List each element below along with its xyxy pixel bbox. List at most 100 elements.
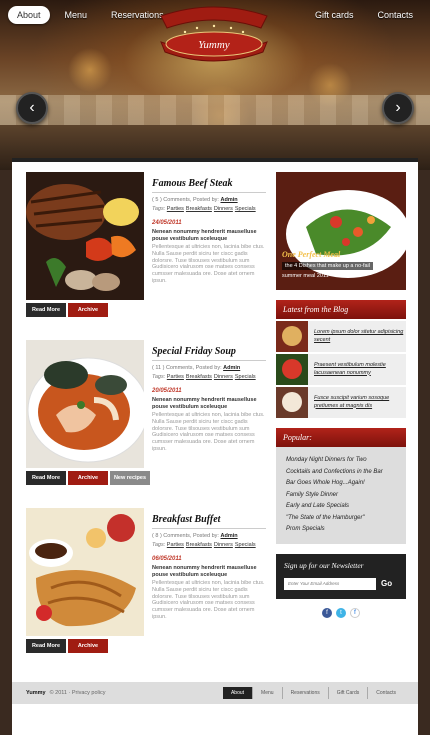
featured-caption: summer meal 2011	[282, 273, 329, 279]
tag-link[interactable]: Parties	[167, 542, 184, 548]
chevron-left-icon: ‹	[29, 99, 35, 116]
blog-link[interactable]: Fusce suscipit varium sosoque pretiumes …	[308, 395, 406, 409]
logo-text: Yummy	[198, 39, 229, 51]
footer-copyright[interactable]: © 2011 · Privacy policy	[50, 690, 106, 696]
post-author-link[interactable]: Admin	[220, 197, 237, 203]
new-recipes-button[interactable]: New recipes	[110, 471, 150, 485]
post-image-soup[interactable]	[26, 340, 144, 468]
blog-item[interactable]: Fusce suscipit varium sosoque pretiumes …	[276, 387, 406, 418]
newsletter-heading: Sign up for our Newsletter	[284, 560, 364, 570]
post-image-steak[interactable]	[26, 172, 144, 300]
read-more-button[interactable]: Read More	[26, 639, 66, 653]
footer-link-gift-cards[interactable]: Gift Cards	[329, 687, 369, 699]
post-lead: Nenean nonummy hendrerit mauselluse pous…	[152, 397, 257, 410]
content-page: Famous Beef Steak ( 5 ) Comments, Posted…	[12, 158, 418, 735]
footer: Yummy © 2011 · Privacy policy About Menu…	[12, 682, 418, 704]
newsletter-box: Sign up for our Newsletter Go	[276, 553, 406, 599]
post-body: Special Friday Soup ( 11 ) Comments, Pos…	[152, 346, 266, 453]
featured-subtitle: the 4 Dishes that make up a no-fail	[282, 262, 373, 270]
popular-link[interactable]: Bar Goes Whole Hog...Again!	[286, 480, 396, 488]
post-buttons: Read More Archive New recipes	[26, 471, 150, 485]
footer-brand: Yummy	[26, 690, 46, 696]
slider-prev-button[interactable]: ‹	[16, 92, 48, 124]
post-author-link[interactable]: Admin	[220, 533, 237, 539]
tag-link[interactable]: Breakfasts	[186, 206, 212, 212]
flickr-icon[interactable]: f	[350, 607, 360, 618]
comment-count: ( 8 ) Comments, Posted by:	[152, 533, 219, 539]
post-tags: Tags: Parties Breakfasts Dinners Specials	[152, 542, 266, 548]
footer-link-reservations[interactable]: Reservations	[283, 687, 329, 699]
popular-link[interactable]: Early and Late Specials	[286, 503, 396, 511]
tag-link[interactable]: Breakfasts	[186, 542, 212, 548]
post-date: 06/05/2011	[152, 556, 182, 562]
main-nav-left: About Menu Reservations	[8, 6, 173, 24]
tags-label: Tags:	[152, 542, 166, 548]
slider-next-button[interactable]: ›	[382, 92, 414, 124]
email-field[interactable]	[284, 577, 376, 590]
nav-menu[interactable]: Menu	[56, 6, 97, 24]
archive-button[interactable]: Archive	[68, 639, 108, 653]
post-title[interactable]: Breakfast Buffet	[152, 514, 266, 529]
blog-box: Latest from the Blog Lorem ipsum dolor s…	[276, 300, 406, 418]
blog-item[interactable]: Praesent vestibulum molestie lacusaenean…	[276, 354, 406, 385]
featured-banner[interactable]: One Perfect Meal the 4 Dishes that make …	[276, 172, 406, 290]
post-item: Special Friday Soup ( 11 ) Comments, Pos…	[26, 340, 276, 508]
post-list: Famous Beef Steak ( 5 ) Comments, Posted…	[26, 172, 276, 676]
popular-heading: Popular:	[276, 428, 406, 447]
post-item: Famous Beef Steak ( 5 ) Comments, Posted…	[26, 172, 276, 340]
blog-thumbnail	[276, 387, 308, 418]
blog-thumbnail	[276, 354, 308, 385]
post-meta: ( 5 ) Comments, Posted by: Admin	[152, 197, 266, 203]
post-buttons: Read More Archive	[26, 639, 108, 653]
awning-decoration	[0, 95, 430, 125]
nav-about[interactable]: About	[8, 6, 50, 24]
popular-link[interactable]: Monday Night Dinners for Two	[286, 457, 396, 465]
archive-button[interactable]: Archive	[68, 471, 108, 485]
facebook-icon[interactable]: f	[322, 607, 332, 618]
post-title[interactable]: Special Friday Soup	[152, 346, 266, 361]
tag-link[interactable]: Specials	[235, 374, 256, 380]
tags-label: Tags:	[152, 374, 166, 380]
tag-link[interactable]: Parties	[167, 206, 184, 212]
footer-link-about[interactable]: About	[222, 687, 254, 699]
popular-link[interactable]: Cocktails and Confections in the Bar	[286, 469, 396, 477]
post-lead: Nenean nonummy hendrerit mauselluse pous…	[152, 565, 257, 578]
blog-link[interactable]: Praesent vestibulum molestie lacusaenean…	[308, 362, 406, 376]
post-image-breakfast[interactable]	[26, 508, 144, 636]
post-body: Famous Beef Steak ( 5 ) Comments, Posted…	[152, 178, 266, 285]
go-button[interactable]: Go	[381, 579, 392, 588]
popular-link[interactable]: Family Style Dinner	[286, 492, 396, 500]
post-excerpt: Pellentesque at ultricies non, lacinia b…	[152, 243, 265, 285]
post-item: Breakfast Buffet ( 8 ) Comments, Posted …	[26, 508, 276, 676]
blog-heading: Latest from the Blog	[276, 300, 406, 319]
post-excerpt: Pellentesque at ultricies non, lacinia b…	[152, 411, 265, 453]
post-author-link[interactable]: Admin	[223, 365, 240, 371]
post-title[interactable]: Famous Beef Steak	[152, 178, 266, 193]
nav-contacts[interactable]: Contacts	[368, 6, 422, 24]
tag-link[interactable]: Dinners	[214, 542, 233, 548]
nav-gift-cards[interactable]: Gift cards	[306, 6, 363, 24]
tag-link[interactable]: Specials	[235, 542, 256, 548]
featured-title: One Perfect Meal	[282, 250, 341, 259]
logo[interactable]: Yummy	[155, 4, 273, 74]
sidebar: One Perfect Meal the 4 Dishes that make …	[276, 172, 406, 618]
tag-link[interactable]: Dinners	[214, 206, 233, 212]
popular-link[interactable]: "The State of the Hamburger"	[286, 515, 396, 523]
archive-button[interactable]: Archive	[68, 303, 108, 317]
read-more-button[interactable]: Read More	[26, 303, 66, 317]
post-lead: Nenean nonummy hendrerit mauselluse pous…	[152, 229, 257, 242]
popular-link[interactable]: Prom Specials	[286, 526, 396, 534]
twitter-icon[interactable]: t	[336, 607, 346, 618]
tag-link[interactable]: Breakfasts	[186, 374, 212, 380]
popular-list: Monday Night Dinners for Two Cocktails a…	[276, 447, 406, 544]
chevron-right-icon: ›	[395, 99, 401, 116]
blog-link[interactable]: Lorem ipsum dolor sitetur adipisicing se…	[308, 329, 406, 343]
tag-link[interactable]: Dinners	[214, 374, 233, 380]
tag-link[interactable]: Parties	[167, 374, 184, 380]
footer-nav: About Menu Reservations Gift Cards Conta…	[222, 687, 404, 699]
tag-link[interactable]: Specials	[235, 206, 256, 212]
blog-item[interactable]: Lorem ipsum dolor sitetur adipisicing se…	[276, 321, 406, 352]
footer-link-contacts[interactable]: Contacts	[368, 687, 404, 699]
footer-link-menu[interactable]: Menu	[253, 687, 283, 699]
read-more-button[interactable]: Read More	[26, 471, 66, 485]
